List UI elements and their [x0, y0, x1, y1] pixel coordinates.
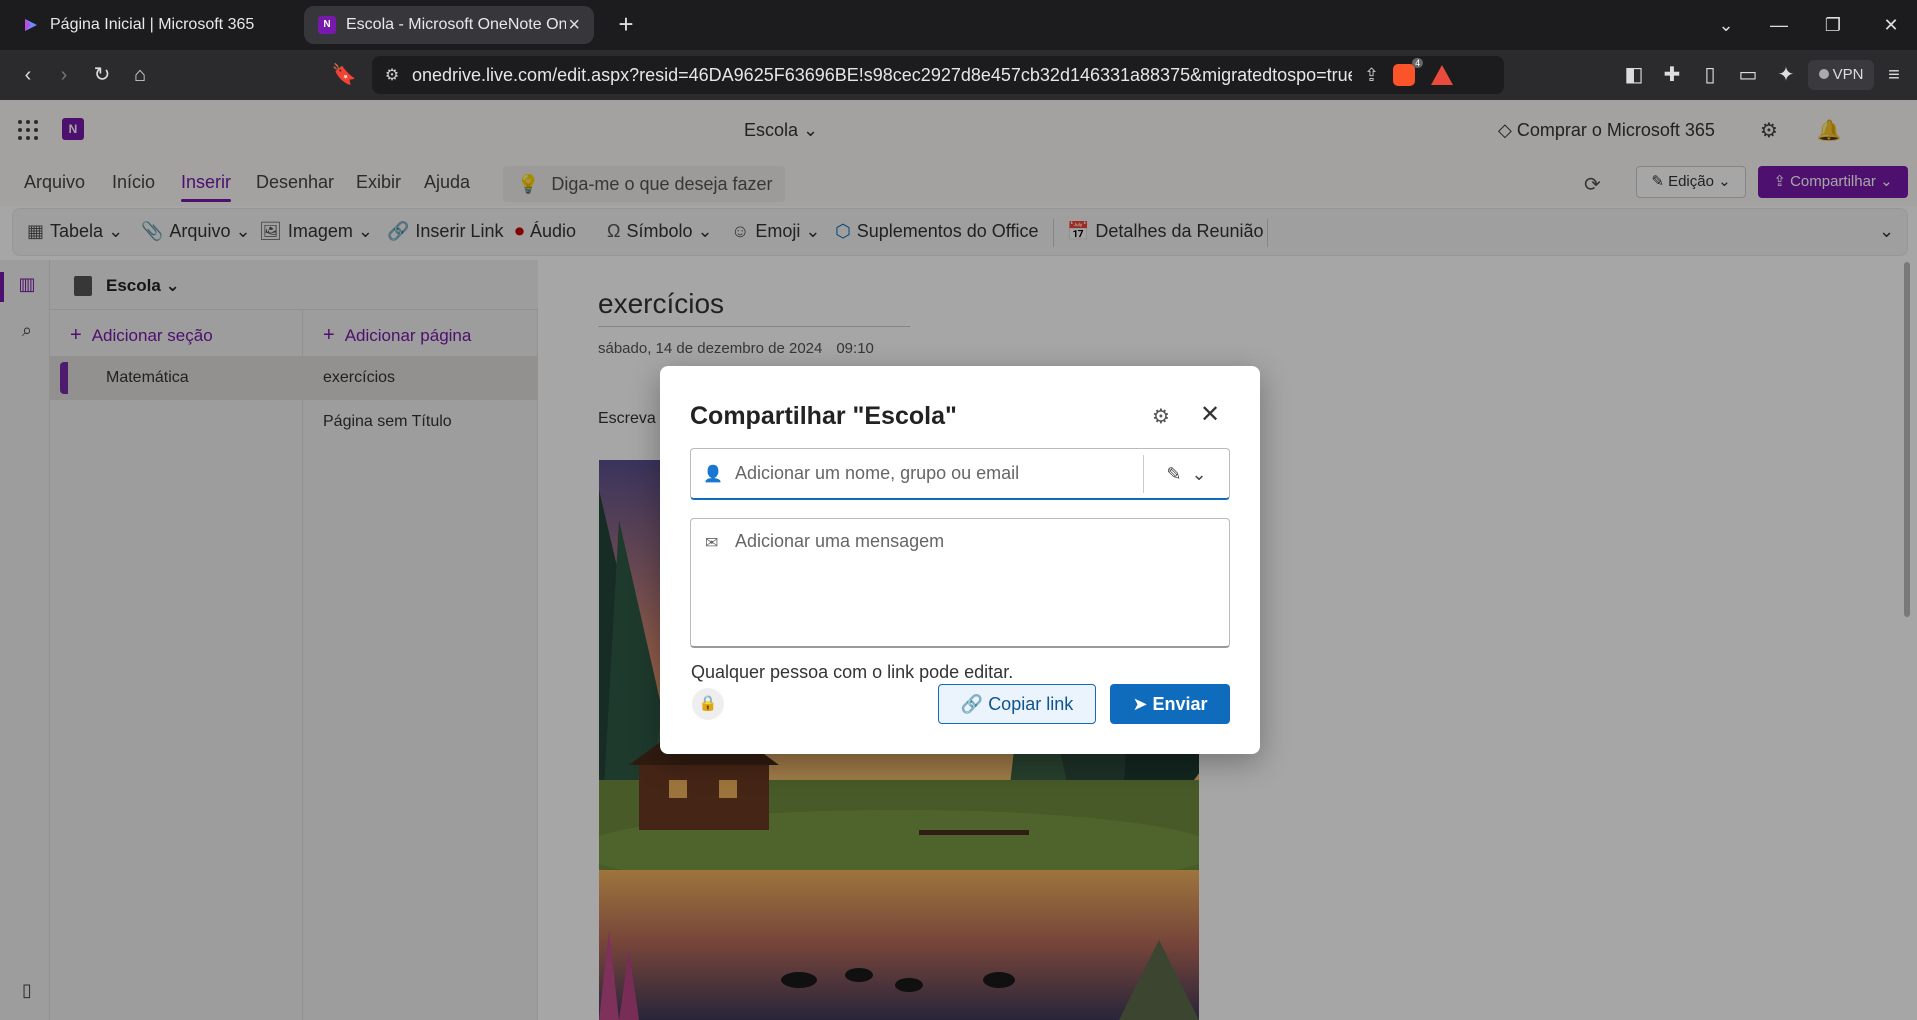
forward-icon[interactable]: › [50, 62, 78, 88]
link-permission-info[interactable]: Qualquer pessoa com o link pode editar. [691, 662, 1013, 683]
send-button[interactable]: ➤ Enviar [1110, 684, 1230, 724]
url-text[interactable]: onedrive.live.com/edit.aspx?resid=46DA96… [412, 65, 1352, 86]
tab-title: Escola - Microsoft OneNote Online [346, 16, 566, 33]
chevron-down-icon: ⌄ [1191, 463, 1207, 484]
leo-ai-icon[interactable]: ✦ [1772, 62, 1800, 88]
send-icon: ➤ [1132, 694, 1153, 714]
tab-list-chevron-icon[interactable]: ⌄ [1711, 10, 1741, 40]
microsoft365-icon [25, 19, 37, 31]
shield-count: 4 [1412, 58, 1424, 68]
share-settings-gear-icon[interactable]: ⚙ [1152, 404, 1170, 429]
message-input[interactable] [735, 531, 1215, 631]
close-dialog-icon[interactable]: ✕ [1200, 400, 1220, 429]
share-dialog: Compartilhar "Escola" ⚙ ✕ 👤 ✎ ⌄ ✉ Qualqu… [660, 366, 1260, 754]
brave-shields-icon[interactable]: 4 [1393, 58, 1424, 86]
site-settings-icon[interactable]: ⚙ [372, 65, 412, 85]
bitwarden-icon[interactable]: ◧ [1620, 62, 1648, 88]
tab-onenote[interactable]: N Escola - Microsoft OneNote Online × [304, 6, 594, 44]
recipient-input[interactable] [735, 463, 1135, 484]
back-icon[interactable]: ‹ [14, 62, 42, 88]
message-edit-icon: ✉ [705, 535, 719, 552]
vpn-button[interactable]: VPN [1808, 60, 1874, 90]
copy-link-button[interactable]: 🔗 Copiar link [938, 684, 1096, 724]
dialog-title: Compartilhar "Escola" [690, 402, 957, 430]
reload-icon[interactable]: ↻ [88, 62, 116, 88]
restore-icon[interactable]: ❐ [1818, 10, 1848, 40]
link-icon: 🔗 [960, 694, 989, 714]
address-bar[interactable]: ⚙ onedrive.live.com/edit.aspx?resid=46DA… [372, 56, 1504, 94]
brave-rewards-icon[interactable] [1431, 65, 1454, 85]
close-tab-icon[interactable]: × [568, 14, 580, 37]
new-tab-button[interactable]: + [612, 10, 640, 38]
close-window-icon[interactable]: ✕ [1876, 10, 1906, 40]
sidebar-icon[interactable]: ▯ [1696, 62, 1724, 88]
minimize-icon[interactable]: — [1764, 10, 1794, 40]
person-icon: 👤 [703, 465, 723, 483]
recipient-field[interactable]: 👤 ✎ ⌄ [690, 448, 1230, 500]
pencil-icon: ✎ [1166, 463, 1182, 484]
bookmark-icon[interactable]: 🔖 [330, 62, 358, 88]
browser-tab-bar: Página Inicial | Microsoft 365 N Escola … [0, 0, 1917, 50]
wallet-icon[interactable]: ▭ [1734, 62, 1762, 88]
share-icon[interactable]: ⇪ [1364, 65, 1379, 86]
onenote-icon: N [318, 16, 336, 34]
menu-icon[interactable]: ≡ [1880, 62, 1908, 88]
tab-microsoft365[interactable]: Página Inicial | Microsoft 365 [8, 6, 296, 44]
browser-nav-bar: ‹ › ↻ ⌂ 🔖 ⚙ onedrive.live.com/edit.aspx?… [0, 50, 1917, 100]
message-field[interactable]: ✉ [690, 518, 1230, 648]
lock-icon[interactable]: 🔒 [692, 688, 724, 720]
extensions-icon[interactable]: ✚ [1658, 62, 1686, 88]
tab-title: Página Inicial | Microsoft 365 [50, 16, 255, 33]
permission-dropdown[interactable]: ✎ ⌄ [1143, 455, 1229, 493]
home-icon[interactable]: ⌂ [126, 62, 154, 88]
